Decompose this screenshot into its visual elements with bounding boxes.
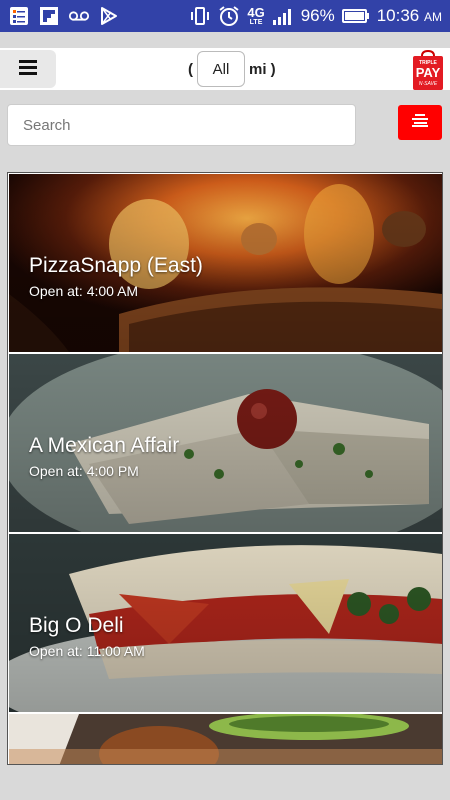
alarm-icon (218, 5, 240, 27)
battery-icon (341, 5, 370, 27)
clock-ampm: AM (424, 10, 442, 24)
restaurant-card[interactable]: A Mexican Affair Open at: 4:00 PM (9, 354, 442, 532)
distance-paren-open: ( (188, 60, 193, 78)
system-status: 4G LTE 96% 10:36 AM (189, 0, 442, 32)
distance-unit: mi ) (249, 60, 276, 78)
distance-select[interactable]: All (197, 51, 245, 87)
hours-value: 4:00 AM (86, 283, 139, 299)
status-bar: 4G LTE 96% 10:36 AM (0, 0, 450, 32)
play-store-icon (98, 5, 120, 27)
restaurant-name: Big O Deli (29, 614, 124, 637)
vibrate-icon (189, 5, 211, 27)
restaurant-list[interactable]: PizzaSnapp (East) Open at: 4:00 AM A Mexi… (7, 172, 443, 765)
hours-label: Open at: (29, 463, 83, 479)
clock: 10:36 AM (377, 6, 442, 26)
restaurant-photo (9, 714, 442, 764)
triple-pay-logo[interactable]: TRIPLE PAY N·SAVE (412, 49, 444, 92)
notes-icon (8, 5, 30, 27)
restaurant-hours: Open at: 4:00 PM (29, 463, 139, 479)
search-input[interactable] (7, 104, 356, 146)
svg-text:PAY: PAY (416, 65, 441, 80)
hours-label: Open at: (29, 643, 83, 659)
restaurant-card[interactable]: PizzaSnapp (East) Open at: 4:00 AM (9, 174, 442, 352)
restaurant-name: A Mexican Affair (29, 434, 180, 457)
voicemail-icon (68, 5, 90, 27)
restaurant-hours: Open at: 4:00 AM (29, 283, 138, 299)
battery-percent: 96% (300, 6, 335, 25)
filter-icon (412, 113, 428, 132)
network-icon: 4G LTE (247, 6, 264, 26)
menu-button[interactable] (0, 50, 56, 88)
hours-value: 4:00 PM (86, 463, 139, 479)
restaurant-name: PizzaSnapp (East) (29, 254, 203, 277)
network-type: 4G (247, 5, 265, 20)
svg-text:N·SAVE: N·SAVE (419, 81, 438, 87)
restaurant-card[interactable]: Big O Deli Open at: 11:00 AM (9, 534, 442, 712)
notification-icons (8, 5, 120, 27)
restaurant-hours: Open at: 11:00 AM (29, 643, 145, 659)
hamburger-icon (19, 59, 37, 80)
restaurant-card[interactable] (9, 714, 442, 764)
network-subtype: LTE (249, 19, 263, 26)
clock-time: 10:36 (376, 6, 420, 25)
hours-value: 11:00 AM (86, 643, 145, 659)
flipboard-icon (38, 5, 60, 27)
signal-icon (272, 5, 294, 27)
filter-button[interactable] (398, 105, 442, 140)
distance-filter: ( All mi ) (188, 48, 276, 90)
hours-label: Open at: (29, 283, 83, 299)
app-header: ( All mi ) TRIPLE PAY N·SAVE (0, 48, 450, 90)
